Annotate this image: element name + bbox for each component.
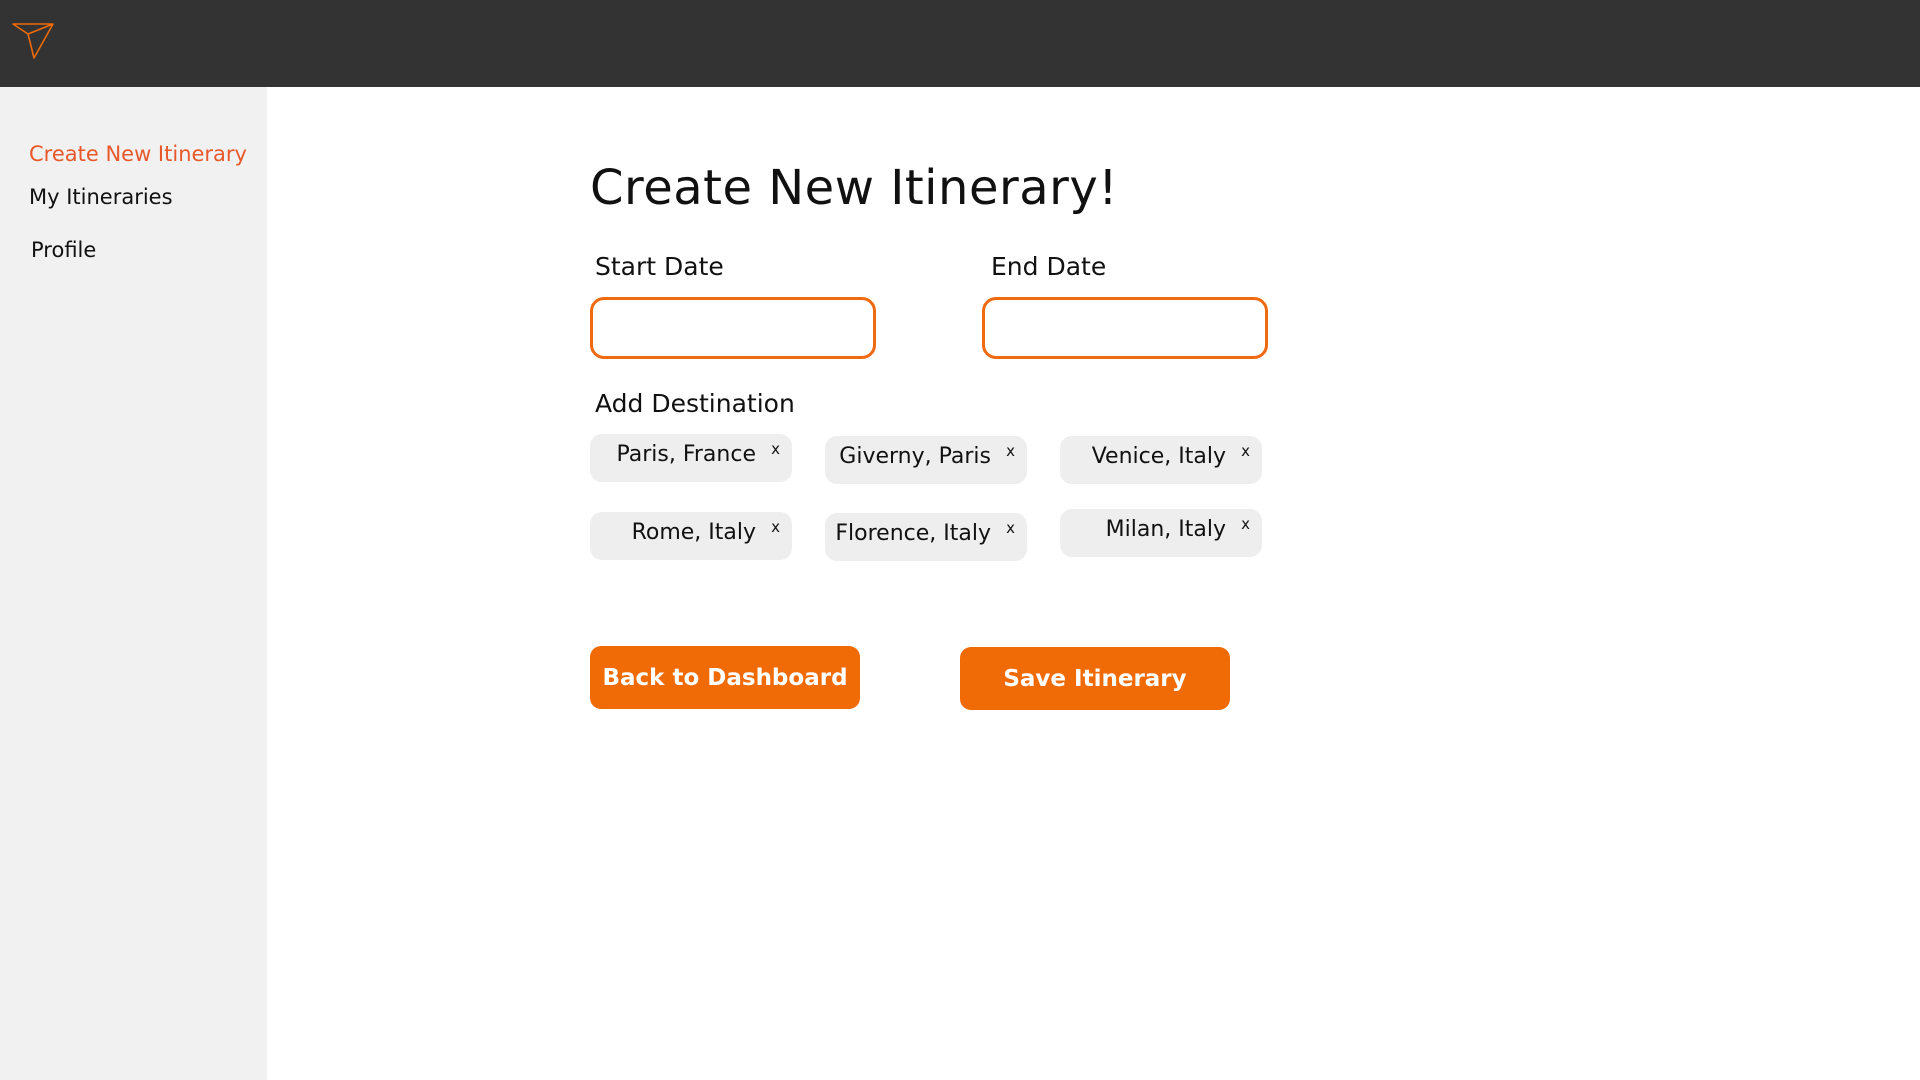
back-to-dashboard-button[interactable]: Back to Dashboard — [590, 646, 860, 709]
destination-chip-label: Giverny, Paris — [839, 444, 991, 469]
end-date-label: End Date — [991, 252, 1107, 281]
sidebar-item-create-new-itinerary[interactable]: Create New Itinerary — [29, 142, 247, 166]
close-icon[interactable]: x — [771, 440, 780, 458]
page-title: Create New Itinerary! — [590, 160, 1118, 216]
destination-chip-label: Milan, Italy — [1105, 517, 1226, 542]
start-date-label: Start Date — [595, 252, 724, 281]
end-date-input[interactable] — [982, 297, 1268, 359]
save-itinerary-button[interactable]: Save Itinerary — [960, 647, 1230, 710]
close-icon[interactable]: x — [1006, 442, 1015, 460]
destination-chip: Paris, France x — [590, 434, 792, 482]
destination-chip: Milan, Italy x — [1060, 509, 1262, 557]
destination-chip: Rome, Italy x — [590, 512, 792, 560]
sidebar-item-my-itineraries[interactable]: My Itineraries — [29, 185, 173, 209]
sidebar: Create New Itinerary My Itineraries Prof… — [0, 87, 267, 1080]
add-destination-label: Add Destination — [595, 389, 795, 418]
close-icon[interactable]: x — [1006, 519, 1015, 537]
paper-plane-icon[interactable] — [10, 20, 56, 62]
destination-chip: Venice, Italy x — [1060, 436, 1262, 484]
close-icon[interactable]: x — [1241, 442, 1250, 460]
start-date-input[interactable] — [590, 297, 876, 359]
destination-chip: Florence, Italy x — [825, 513, 1027, 561]
sidebar-item-profile[interactable]: Profile — [31, 238, 96, 262]
destination-chip-label: Florence, Italy — [835, 521, 991, 546]
destination-chip-label: Rome, Italy — [631, 520, 756, 545]
destination-chip-label: Paris, France — [616, 442, 756, 467]
destination-chip-label: Venice, Italy — [1091, 444, 1226, 469]
close-icon[interactable]: x — [1241, 515, 1250, 533]
top-bar — [0, 0, 1920, 87]
close-icon[interactable]: x — [771, 518, 780, 536]
destination-chip: Giverny, Paris x — [825, 436, 1027, 484]
